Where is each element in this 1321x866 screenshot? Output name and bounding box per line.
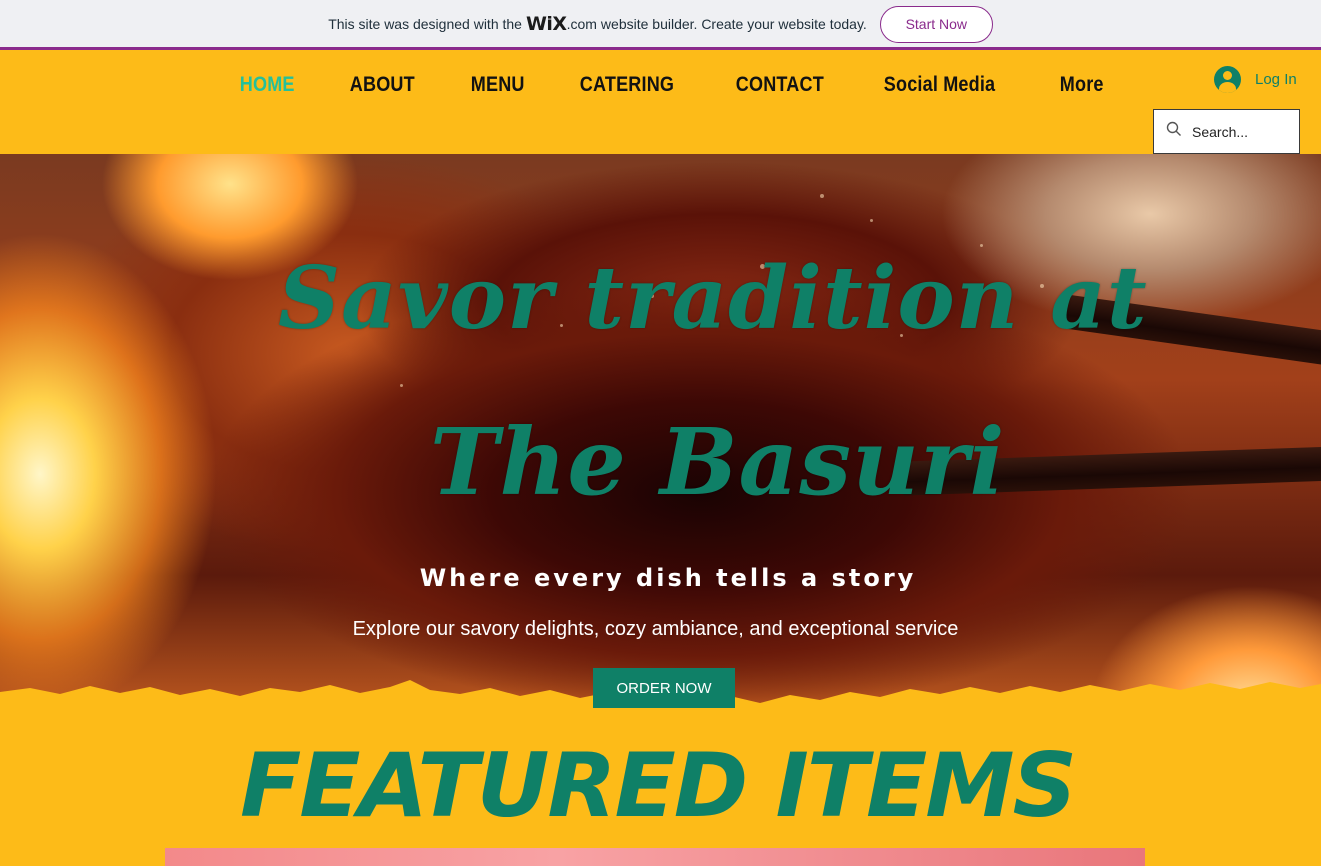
featured-items-title: FEATURED ITEMS: [240, 734, 1077, 837]
hero-section: Savor tradition at The Basuri Where ever…: [0, 154, 1321, 716]
start-now-button[interactable]: Start Now: [879, 5, 993, 43]
nav-item-menu[interactable]: MENU: [451, 73, 544, 97]
nav-item-home[interactable]: HOME: [220, 73, 314, 97]
wix-banner-text-before: This site was designed with the: [328, 16, 522, 32]
hero-title-line-1: Savor tradition at: [278, 248, 1148, 349]
nav-item-contact[interactable]: CONTACT: [716, 73, 844, 97]
hero-tagline: Where every dish tells a story: [419, 564, 917, 592]
nav-item-social-media[interactable]: Social Media: [864, 73, 1015, 97]
wix-banner-text-after: website builder. Create your website tod…: [600, 16, 867, 32]
login-button[interactable]: Log In: [1214, 66, 1297, 93]
wix-banner-text: This site was designed with the WiX .com …: [328, 13, 867, 35]
featured-item-image[interactable]: [165, 848, 1145, 866]
wix-promo-banner: This site was designed with the WiX .com …: [0, 0, 1321, 50]
wix-logo: WiX: [525, 13, 567, 35]
wix-logo-suffix: .com: [566, 16, 597, 32]
hero-title-line-2: The Basuri: [430, 408, 1006, 516]
nav-item-more[interactable]: More: [1040, 73, 1123, 97]
user-avatar-icon[interactable]: [1214, 66, 1241, 93]
search-box[interactable]: [1153, 109, 1300, 154]
hero-subtitle: Explore our savory delights, cozy ambian…: [352, 618, 959, 640]
main-nav: HOME ABOUT MENU CATERING CONTACT Social …: [220, 73, 1137, 97]
order-now-button[interactable]: ORDER NOW: [593, 668, 735, 708]
nav-item-about[interactable]: ABOUT: [330, 73, 435, 97]
site-header: HOME ABOUT MENU CATERING CONTACT Social …: [0, 51, 1321, 154]
search-icon: [1166, 121, 1182, 142]
search-input[interactable]: [1192, 123, 1292, 140]
login-label[interactable]: Log In: [1255, 71, 1297, 88]
nav-item-catering[interactable]: CATERING: [560, 73, 694, 97]
